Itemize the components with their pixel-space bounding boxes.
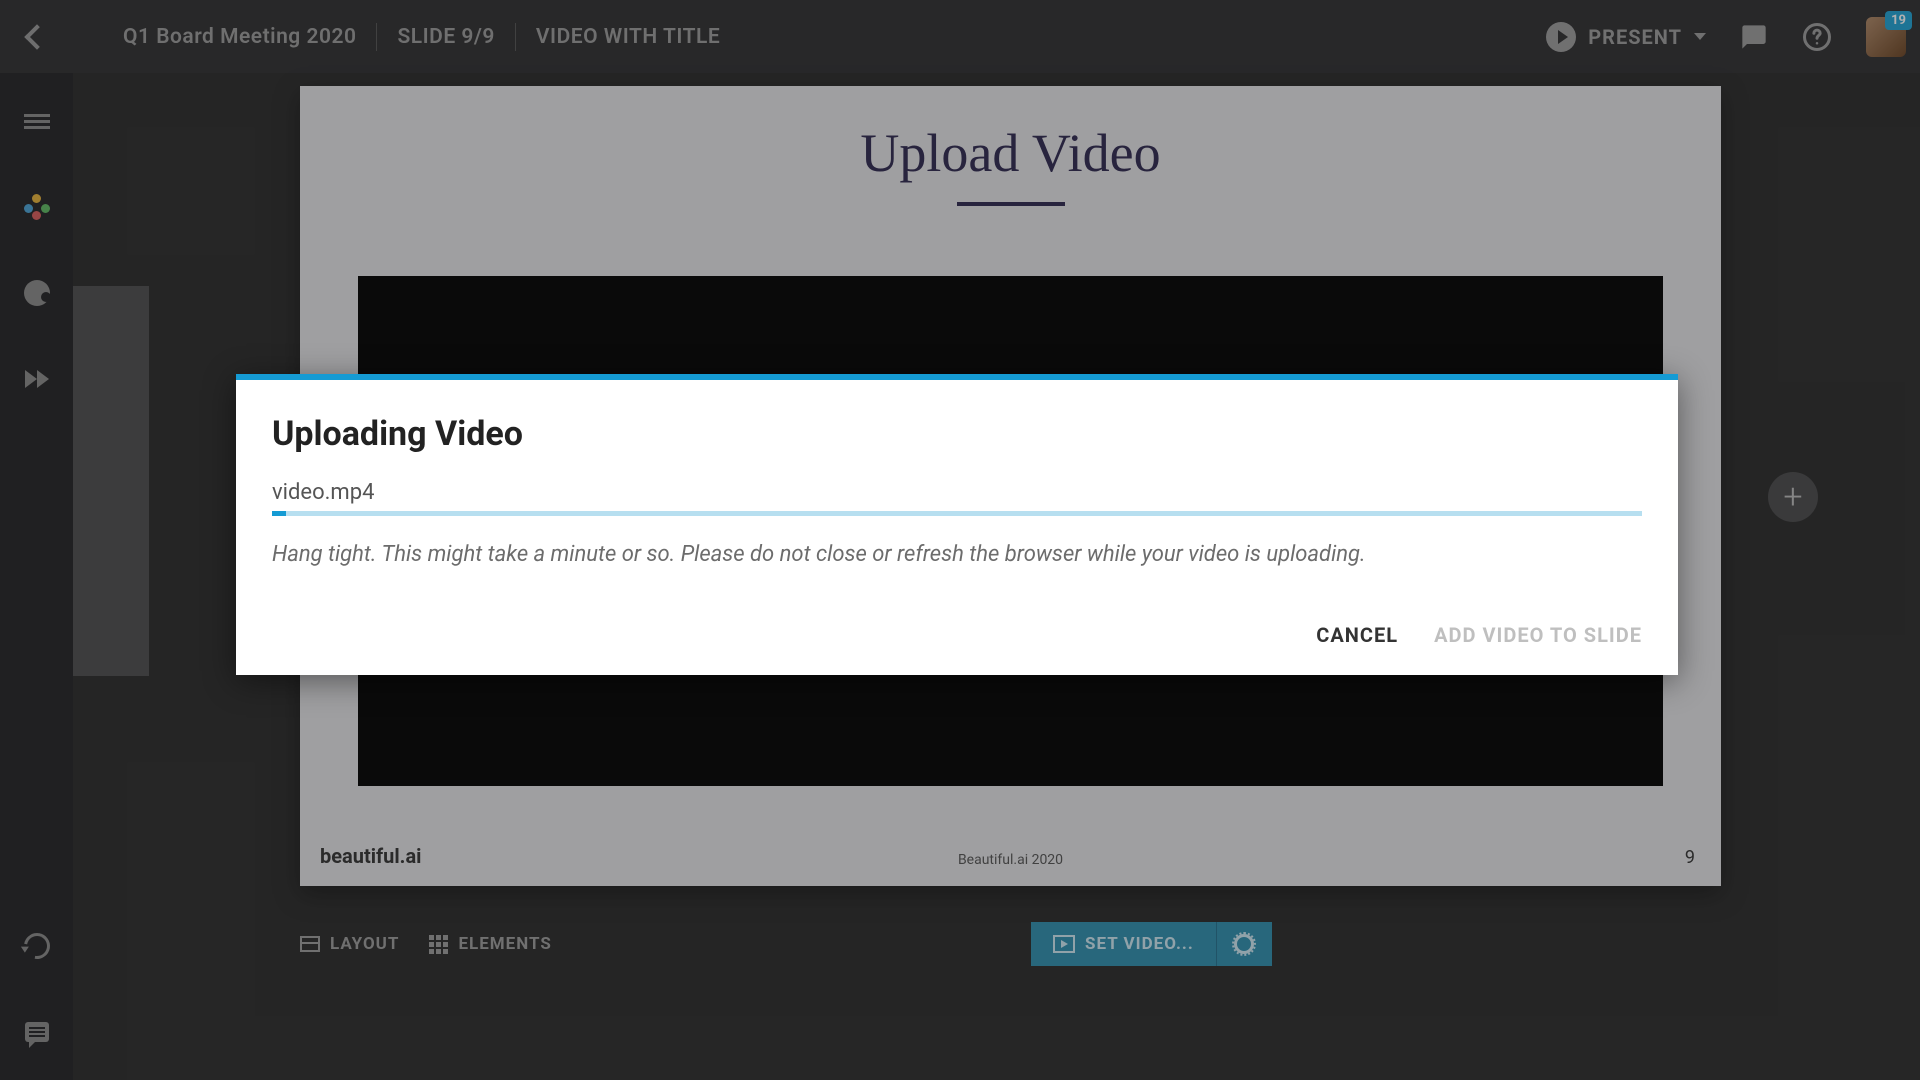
progress-fill <box>272 511 286 516</box>
upload-filename: video.mp4 <box>272 480 1642 505</box>
modal-actions: CANCEL ADD VIDEO TO SLIDE <box>272 623 1642 647</box>
cancel-button[interactable]: CANCEL <box>1316 623 1398 647</box>
progress-bar <box>272 511 1642 516</box>
upload-video-modal: Uploading Video video.mp4 Hang tight. Th… <box>236 374 1678 675</box>
add-video-button: ADD VIDEO TO SLIDE <box>1434 623 1642 647</box>
modal-message: Hang tight. This might take a minute or … <box>272 542 1642 567</box>
modal-title: Uploading Video <box>272 414 1642 454</box>
